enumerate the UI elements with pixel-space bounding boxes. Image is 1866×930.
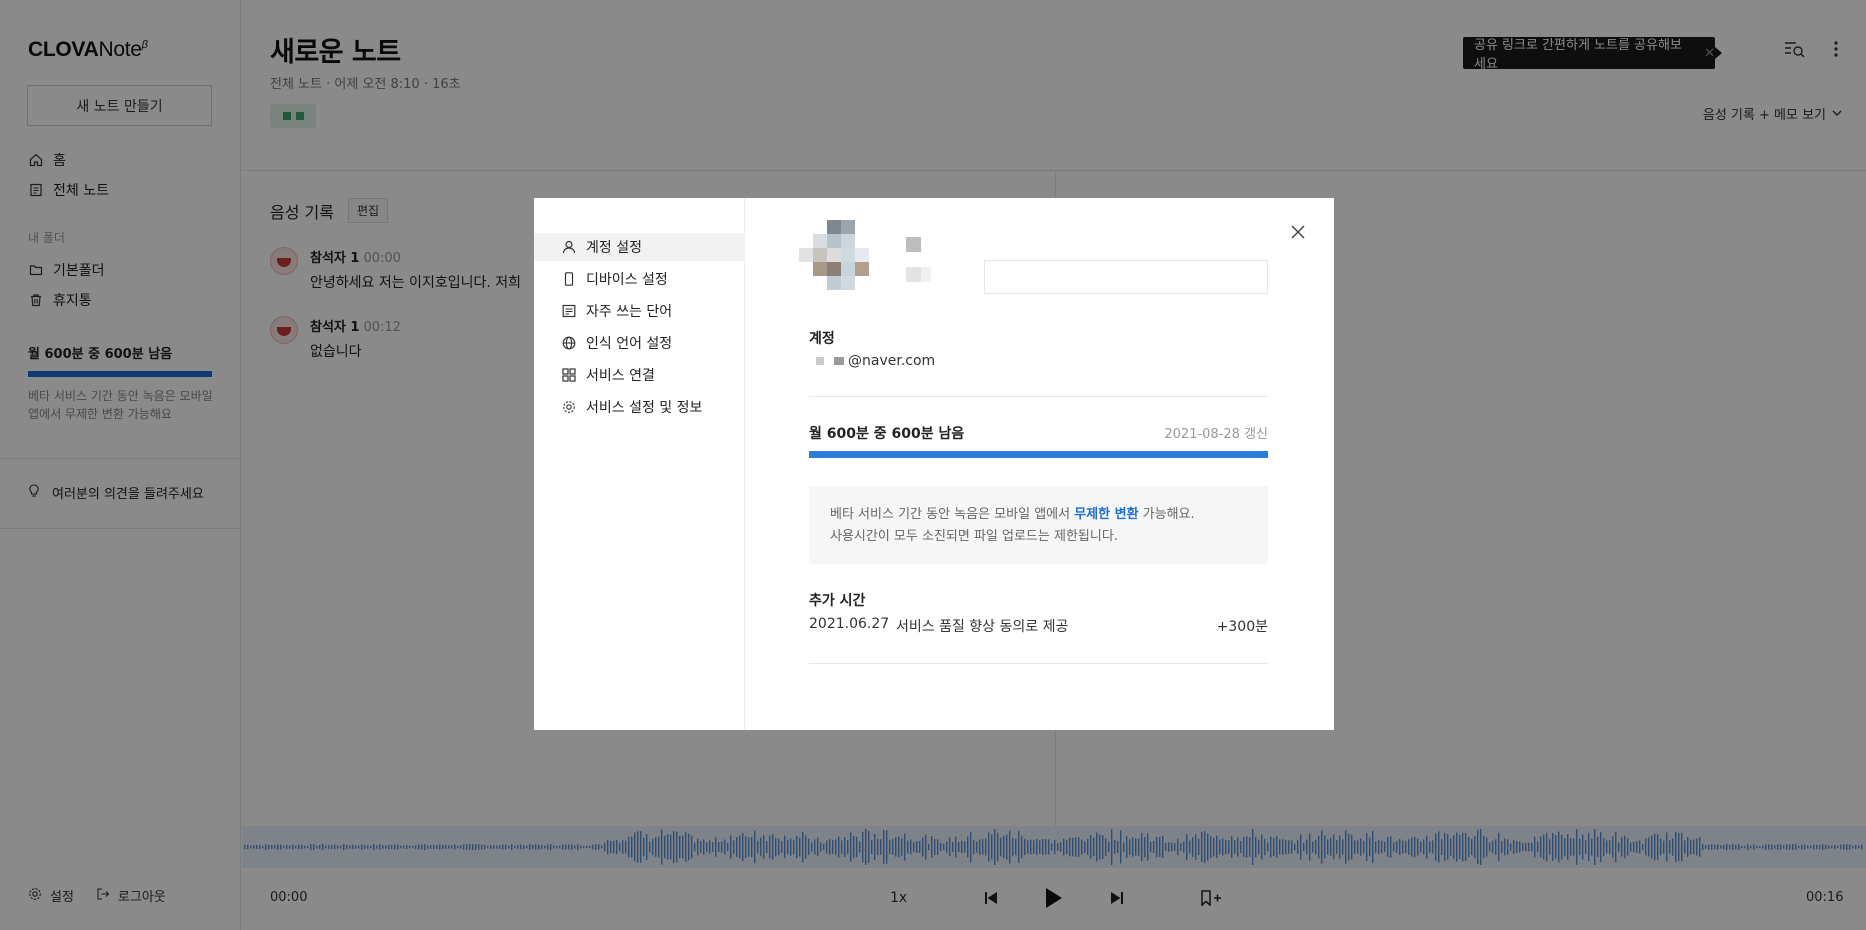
- settings-menu: 계정 설정 디바이스 설정 자주 쓰는 단어 인식 언어 설정 서비스 연결 서…: [534, 198, 745, 730]
- menu-item-language-settings[interactable]: 인식 언어 설정: [534, 329, 745, 357]
- section-divider: [809, 396, 1268, 397]
- menu-item-label: 서비스 설정 및 정보: [586, 400, 703, 416]
- monthly-usage-fill: [809, 451, 1268, 458]
- section-divider: [809, 663, 1268, 664]
- close-icon: [1291, 225, 1305, 239]
- menu-item-device-settings[interactable]: 디바이스 설정: [534, 265, 745, 293]
- beta-info-box: 베타 서비스 기간 동안 녹음은 모바일 앱에서 무제한 변환 가능해요. 사용…: [809, 486, 1268, 564]
- menu-item-label: 서비스 연결: [586, 368, 655, 384]
- user-icon: [562, 240, 576, 254]
- account-email-text: @naver.com: [848, 353, 936, 369]
- globe-icon: [562, 336, 576, 350]
- close-modal-button[interactable]: [1288, 222, 1308, 242]
- monthly-usage-bar: [809, 451, 1268, 458]
- monthly-usage-label: 월 600분 중 600분 남음: [809, 426, 965, 442]
- info-line-2: 사용시간이 모두 소진되면 파일 업로드는 제한됩니다.: [830, 529, 1118, 544]
- extra-time-amount: +300분: [1216, 619, 1268, 635]
- account-label: 계정: [809, 331, 835, 347]
- account-email: @naver.com: [816, 353, 935, 369]
- word-list-icon: [562, 304, 576, 318]
- profile-image-blurred[interactable]: [794, 220, 878, 304]
- email-mask: [816, 357, 824, 365]
- info-line-1: 베타 서비스 기간 동안 녹음은 모바일 앱에서 무제한 변환 가능해요.: [830, 507, 1195, 522]
- menu-item-label: 인식 언어 설정: [586, 336, 673, 352]
- extra-time-description: 서비스 품질 향상 동의로 제공: [896, 619, 1069, 635]
- extra-time-title: 추가 시간: [809, 593, 866, 609]
- menu-item-label: 디바이스 설정: [586, 272, 668, 288]
- menu-item-label: 자주 쓰는 단어: [586, 304, 673, 320]
- extra-time-date: 2021.06.27: [809, 616, 890, 632]
- menu-item-service-info[interactable]: 서비스 설정 및 정보: [534, 393, 745, 421]
- email-mask: [834, 357, 844, 365]
- unlimited-highlight: 무제한 변환: [1074, 507, 1139, 522]
- menu-item-label: 계정 설정: [586, 240, 642, 256]
- gear-icon: [562, 400, 576, 414]
- profile-name-field[interactable]: [984, 260, 1268, 294]
- menu-item-frequent-words[interactable]: 자주 쓰는 단어: [534, 297, 745, 325]
- phone-icon: [562, 272, 576, 286]
- account-settings-modal: 계정 설정 디바이스 설정 자주 쓰는 단어 인식 언어 설정 서비스 연결 서…: [534, 198, 1334, 730]
- renewal-date: 2021-08-28 갱신: [1164, 427, 1268, 442]
- menu-item-service-connection[interactable]: 서비스 연결: [534, 361, 745, 389]
- grid-icon: [562, 368, 576, 382]
- menu-item-account-settings[interactable]: 계정 설정: [534, 233, 745, 261]
